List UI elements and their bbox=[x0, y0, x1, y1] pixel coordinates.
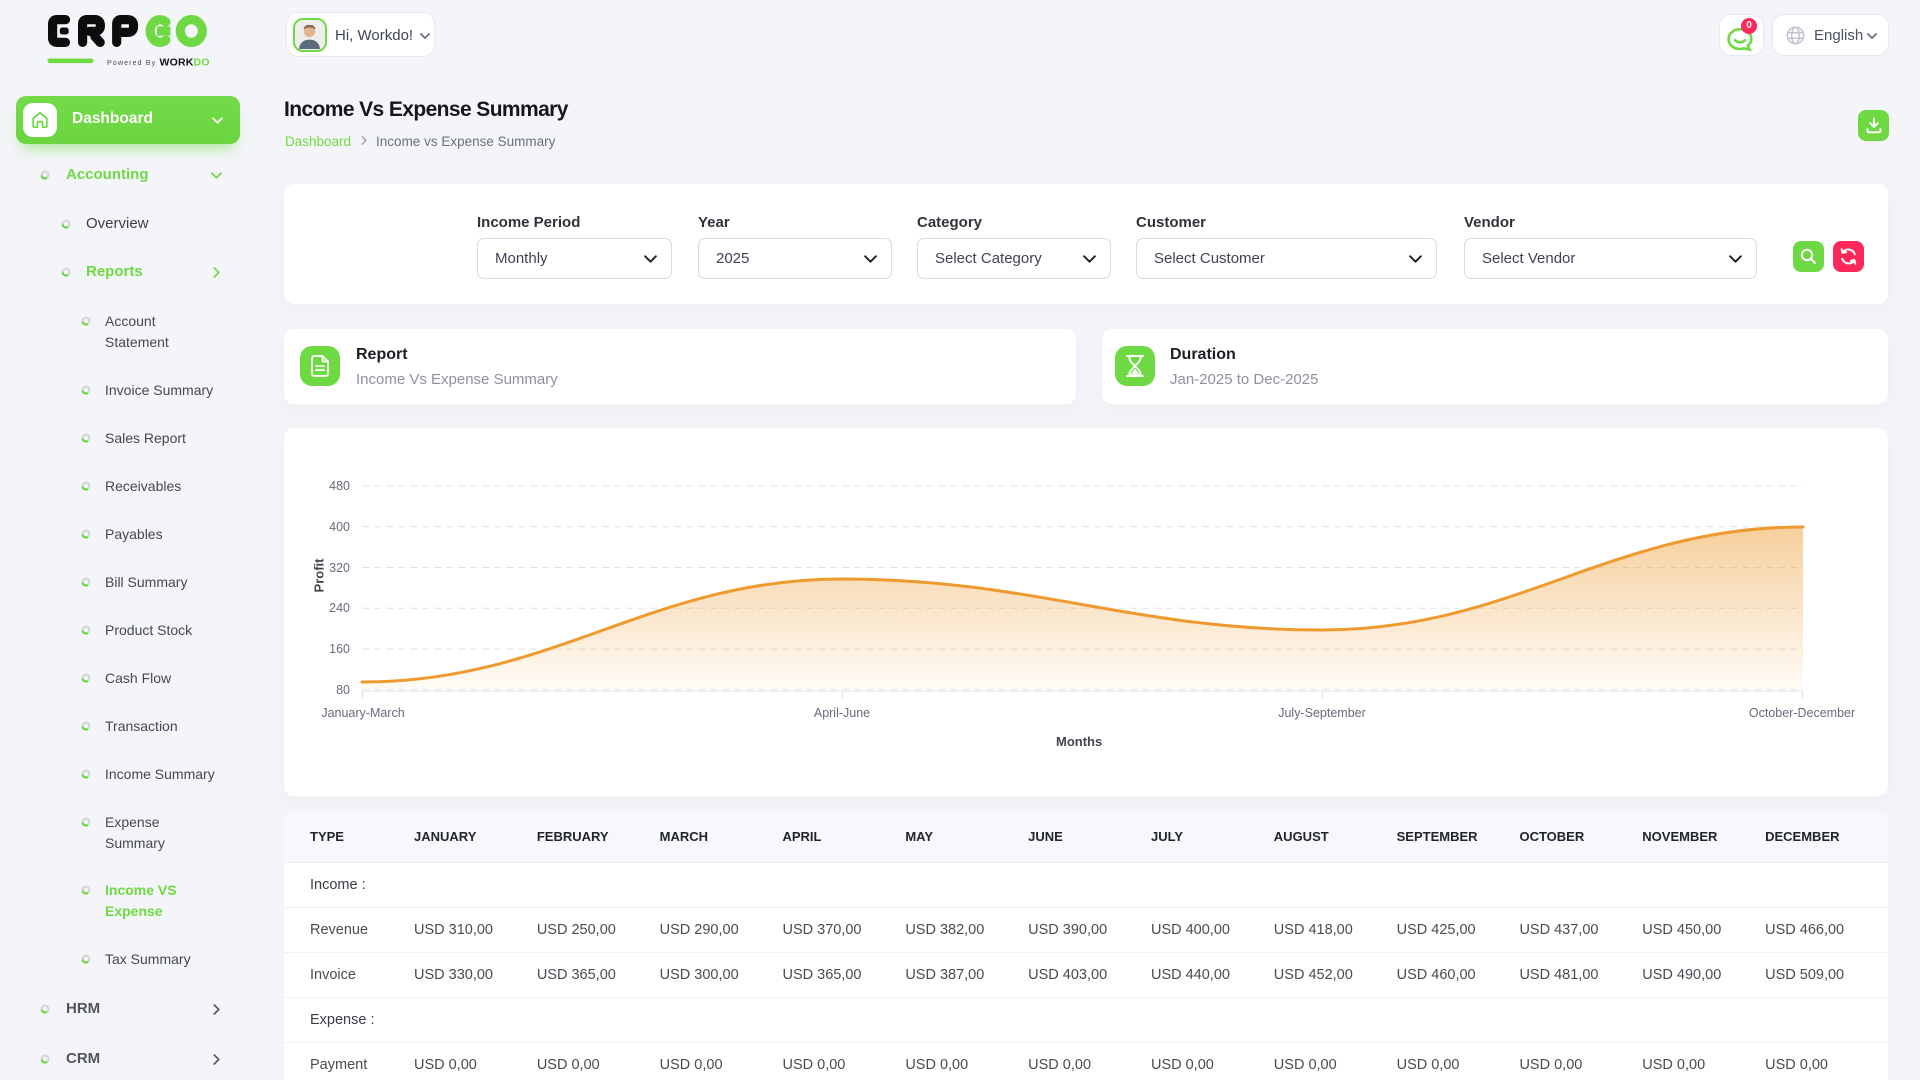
svg-text:WORKDO: WORKDO bbox=[160, 57, 210, 69]
svg-text:Powered By: Powered By bbox=[107, 60, 156, 67]
